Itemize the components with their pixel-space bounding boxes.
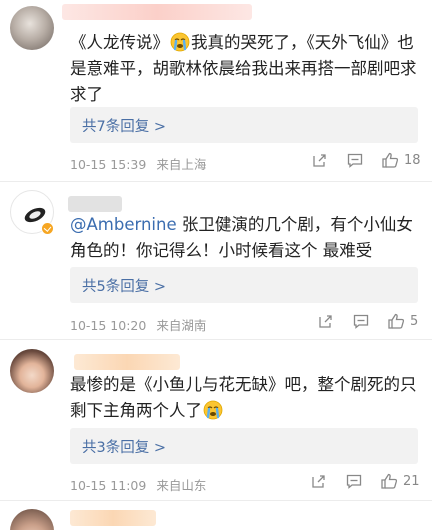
like-button[interactable]: 18 xyxy=(382,152,421,168)
divider xyxy=(0,339,432,340)
username[interactable] xyxy=(62,4,252,20)
comment-button[interactable] xyxy=(347,153,363,168)
avatar[interactable] xyxy=(10,349,54,393)
crying-emoji-icon xyxy=(170,32,190,52)
mention-link[interactable]: @Ambernine xyxy=(70,215,177,234)
comment-text-part: 《人龙传说》 xyxy=(70,33,169,52)
comment-icon xyxy=(346,474,362,489)
reply-box[interactable]: 共7条回复 > xyxy=(70,107,418,143)
share-icon xyxy=(319,315,332,328)
comment-date: 10-15 15:39 xyxy=(70,157,147,172)
avatar[interactable] xyxy=(10,6,54,50)
comment-icon xyxy=(347,153,363,168)
comment-meta: 10-15 15:39 来自上海 xyxy=(70,154,206,173)
view-replies-link[interactable]: 共7条回复 > xyxy=(82,115,166,136)
comment-icon xyxy=(353,314,369,329)
likes-count: 21 xyxy=(403,473,420,489)
crying-emoji-icon xyxy=(203,400,223,420)
share-button[interactable] xyxy=(311,474,326,489)
like-icon xyxy=(382,152,399,168)
comment-button[interactable] xyxy=(353,314,369,329)
username[interactable] xyxy=(70,510,156,526)
view-replies-link[interactable]: 共5条回复 > xyxy=(82,275,166,296)
reply-box[interactable]: 共3条回复 > xyxy=(70,428,418,464)
view-replies-link[interactable]: 共3条回复 > xyxy=(82,436,166,457)
divider xyxy=(0,500,432,501)
reply-box[interactable]: 共5条回复 > xyxy=(70,267,418,303)
comment-date: 10-15 10:20 xyxy=(70,318,147,333)
comment-location: 来自山东 xyxy=(156,478,207,493)
like-icon xyxy=(381,473,398,489)
comment-date: 10-15 11:09 xyxy=(70,478,147,493)
share-icon xyxy=(312,475,325,488)
comment-text: 《人龙传说》 我真的哭死了，《天外飞仙》也是意难平，胡歌林依晨给我出来再搭一部剧吧… xyxy=(70,30,420,108)
username[interactable] xyxy=(68,196,122,212)
comment-text: @Ambernine 张卫健演的几个剧，有个小仙女角色的！你记得么！小时候看这个… xyxy=(70,212,420,264)
avatar[interactable] xyxy=(10,509,54,530)
comment-meta: 10-15 10:20 来自湖南 xyxy=(70,315,206,334)
comment-location: 来自湖南 xyxy=(156,318,207,333)
comment-button[interactable] xyxy=(346,474,362,489)
share-button[interactable] xyxy=(312,153,327,168)
like-button[interactable]: 5 xyxy=(388,313,418,329)
like-button[interactable]: 21 xyxy=(381,473,420,489)
likes-count: 5 xyxy=(410,313,419,329)
username[interactable] xyxy=(74,354,180,370)
share-icon xyxy=(313,154,326,167)
verified-badge xyxy=(41,222,54,235)
comment-text: 最惨的是《小鱼儿与花无缺》吧，整个剧死的只剩下主角两个人了 xyxy=(70,372,420,424)
like-icon xyxy=(388,313,405,329)
divider xyxy=(0,181,432,182)
comment-meta: 10-15 11:09 来自山东 xyxy=(70,475,206,494)
likes-count: 18 xyxy=(404,152,421,168)
comment-text-part: 最惨的是《小鱼儿与花无缺》吧，整个剧死的只剩下主角两个人了 xyxy=(70,375,417,420)
share-button[interactable] xyxy=(318,314,333,329)
comment-location: 来自上海 xyxy=(156,157,207,172)
